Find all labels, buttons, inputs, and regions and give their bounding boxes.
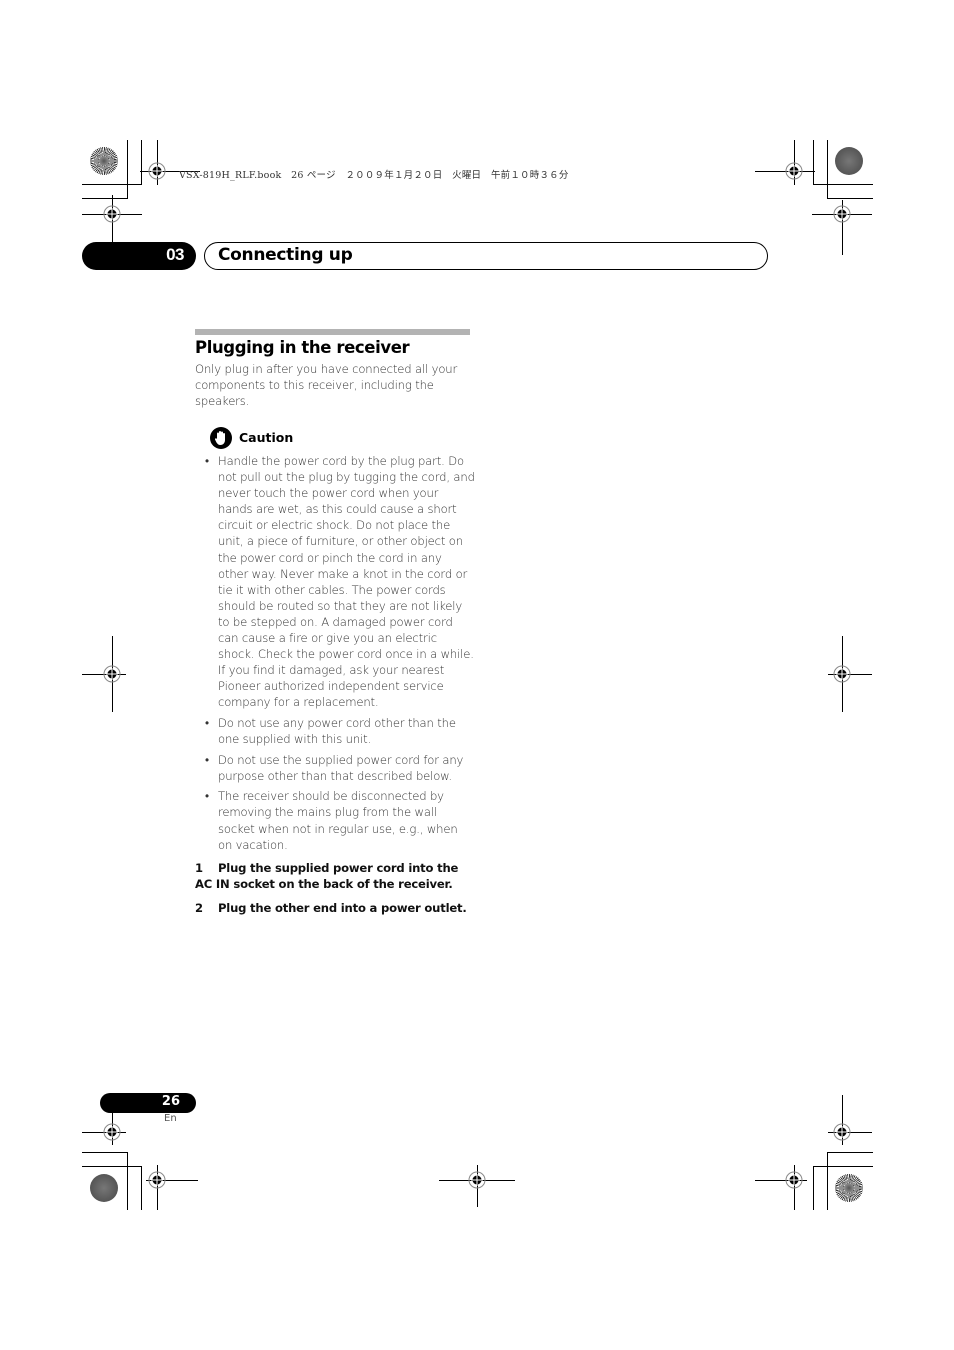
caution-item-text: Do not use any power cord other than the… [218,716,456,747]
caution-list: • Handle the power cord by the plug part… [195,453,475,857]
caution-item: • Do not use the supplied power cord for… [195,752,475,784]
color-disc-icon [835,1174,863,1202]
bullet: • [205,789,209,804]
color-disc-icon [90,1174,118,1202]
crop-line [813,184,873,185]
color-disc-icon [90,147,118,175]
bullet: • [205,716,209,730]
registration-mark-icon [103,1123,121,1141]
crop-line [127,1152,128,1210]
step: 1 Plug the supplied power cord into the A… [195,860,473,892]
page-number-badge: 26 [100,1093,196,1113]
crop-line [82,198,128,199]
bullet: • [205,454,209,468]
file-stamp: VSX-819H_RLF.book 26 ページ ２００９年１月２０日 火曜日 … [179,170,569,181]
chapter-title: Connecting up [218,245,353,265]
crop-line [813,1166,873,1167]
crop-line [141,1166,142,1210]
registration-mark-icon [833,1123,851,1141]
crop-line [827,1152,828,1210]
step: 2 Plug the other end into a power outlet. [195,900,473,916]
caution-item-text: The receiver should be disconnected by r… [218,789,458,852]
section-heading: Plugging in the receiver [195,338,410,357]
step-number: 1 [195,861,203,875]
crop-line [127,140,128,198]
registration-mark-icon [785,1171,803,1189]
crop-line [82,1152,128,1153]
crop-line [827,198,873,199]
step-text: Plug the supplied power cord into the AC… [195,861,459,891]
bullet: • [205,752,209,767]
color-disc-icon [835,147,863,175]
caution-item: • The receiver should be disconnected by… [195,788,475,852]
crop-line [813,1166,814,1210]
step-text: Plug the other end into a power outlet. [218,901,467,915]
registration-mark-icon [468,1171,486,1189]
registration-mark-icon [148,162,166,180]
chapter-title-box: Connecting up [204,242,768,270]
registration-mark-icon [148,1171,166,1189]
chapter-number: 03 [166,245,184,264]
crop-line [82,184,142,185]
caution-item-text: Handle the power cord by the plug part. … [218,454,475,710]
caution-item: • Handle the power cord by the plug part… [195,453,475,711]
crop-line [827,140,828,198]
crop-line [813,140,814,185]
caution-label: Caution [239,430,294,445]
crop-line [82,1166,142,1167]
registration-mark-icon [785,162,803,180]
chapter-badge: 03 [82,242,196,270]
registration-mark-icon [103,665,121,683]
section-divider [195,329,470,335]
caution-item: • Do not use any power cord other than t… [195,715,475,747]
intro-paragraph: Only plug in after you have connected al… [195,362,458,409]
crop-line [827,1152,873,1153]
page-number: 26 [161,1094,180,1109]
registration-mark-icon [103,205,121,223]
registration-mark-icon [833,205,851,223]
crop-line [141,140,142,185]
step-number: 2 [195,901,203,915]
page-language: En [164,1113,177,1124]
caution-item-text: Do not use the supplied power cord for a… [218,752,464,783]
registration-mark-icon [833,665,851,683]
hand-stop-icon [210,427,232,449]
